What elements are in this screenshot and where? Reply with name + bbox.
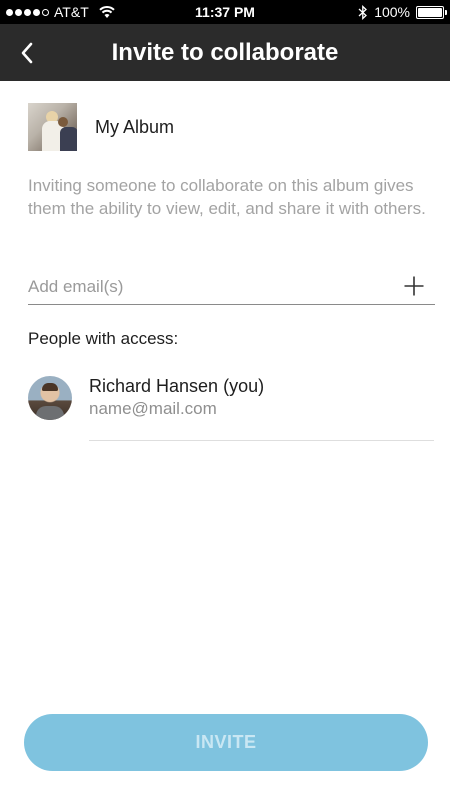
person-email: name@mail.com — [89, 399, 217, 418]
signal-dots-icon — [6, 8, 49, 16]
email-input[interactable] — [28, 270, 388, 303]
status-left: AT&T — [6, 0, 116, 24]
status-right: 100% — [358, 0, 447, 24]
back-button[interactable] — [10, 36, 44, 70]
battery-icon — [416, 5, 447, 19]
album-name: My Album — [95, 116, 175, 137]
person-info: Richard Hansen (you) name@mail.com — [89, 374, 264, 420]
chevron-left-icon — [21, 42, 33, 64]
divider — [89, 440, 434, 441]
album-thumbnail — [28, 103, 77, 151]
invite-description: Inviting someone to collaborate on this … — [28, 176, 426, 218]
status-bar: AT&T 11:37 PM 100% — [0, 0, 450, 24]
wifi-icon — [99, 5, 115, 18]
battery-percent: 100% — [374, 4, 410, 20]
email-field — [28, 270, 435, 305]
page-title: Invite to collaborate — [111, 39, 339, 66]
person-row: Richard Hansen (you) name@mail.com — [28, 374, 435, 442]
invite-button[interactable]: INVITE — [24, 714, 428, 771]
access-header: People with access: — [28, 329, 179, 348]
person-name: Richard Hansen (you) — [89, 376, 265, 396]
plus-icon[interactable] — [403, 275, 425, 297]
bluetooth-icon — [358, 4, 368, 20]
album-row: My Album — [28, 103, 174, 151]
avatar — [28, 376, 72, 420]
nav-bar: Invite to collaborate — [0, 24, 450, 81]
carrier-label: AT&T — [54, 4, 89, 20]
